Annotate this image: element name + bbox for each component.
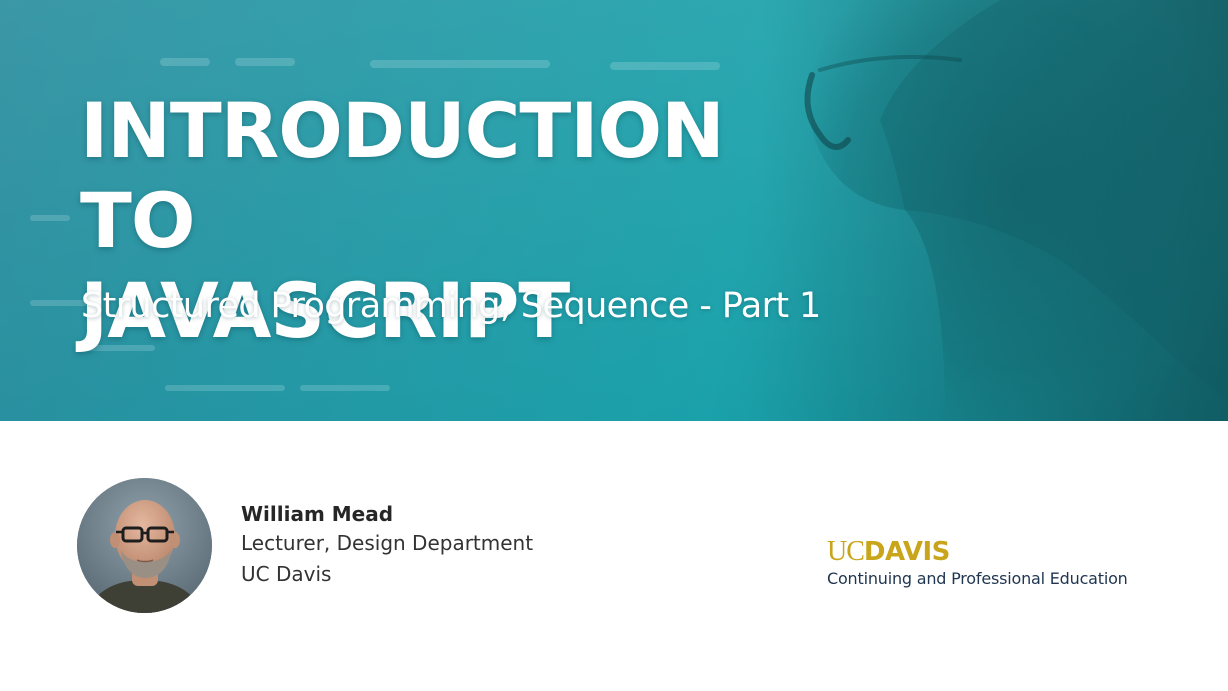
course-title-line1: INTRODUCTION TO (80, 86, 725, 265)
slide: INTRODUCTION TO JAVASCRIPT Structured Pr… (0, 0, 1228, 691)
course-subtitle: Structured Programming, Sequence - Part … (81, 286, 821, 326)
presenter-role: Lecturer, Design Department (241, 531, 534, 555)
logo-davis: DAVIS (863, 537, 950, 567)
presenter-name: William Mead (241, 502, 394, 526)
logo-uc: UC (827, 536, 865, 567)
presenter-institution: UC Davis (241, 562, 332, 586)
presenter-info: William Mead Lecturer, Design Department… (241, 500, 533, 590)
hero-banner: INTRODUCTION TO JAVASCRIPT Structured Pr… (0, 0, 1228, 421)
uc-davis-logo: UCDAVIS Continuing and Professional Educ… (827, 535, 1128, 589)
presenter-avatar (77, 478, 212, 613)
logo-wordmark: UCDAVIS (827, 535, 1128, 568)
presenter-photo-icon (77, 478, 212, 613)
logo-tagline: Continuing and Professional Education (827, 569, 1128, 588)
